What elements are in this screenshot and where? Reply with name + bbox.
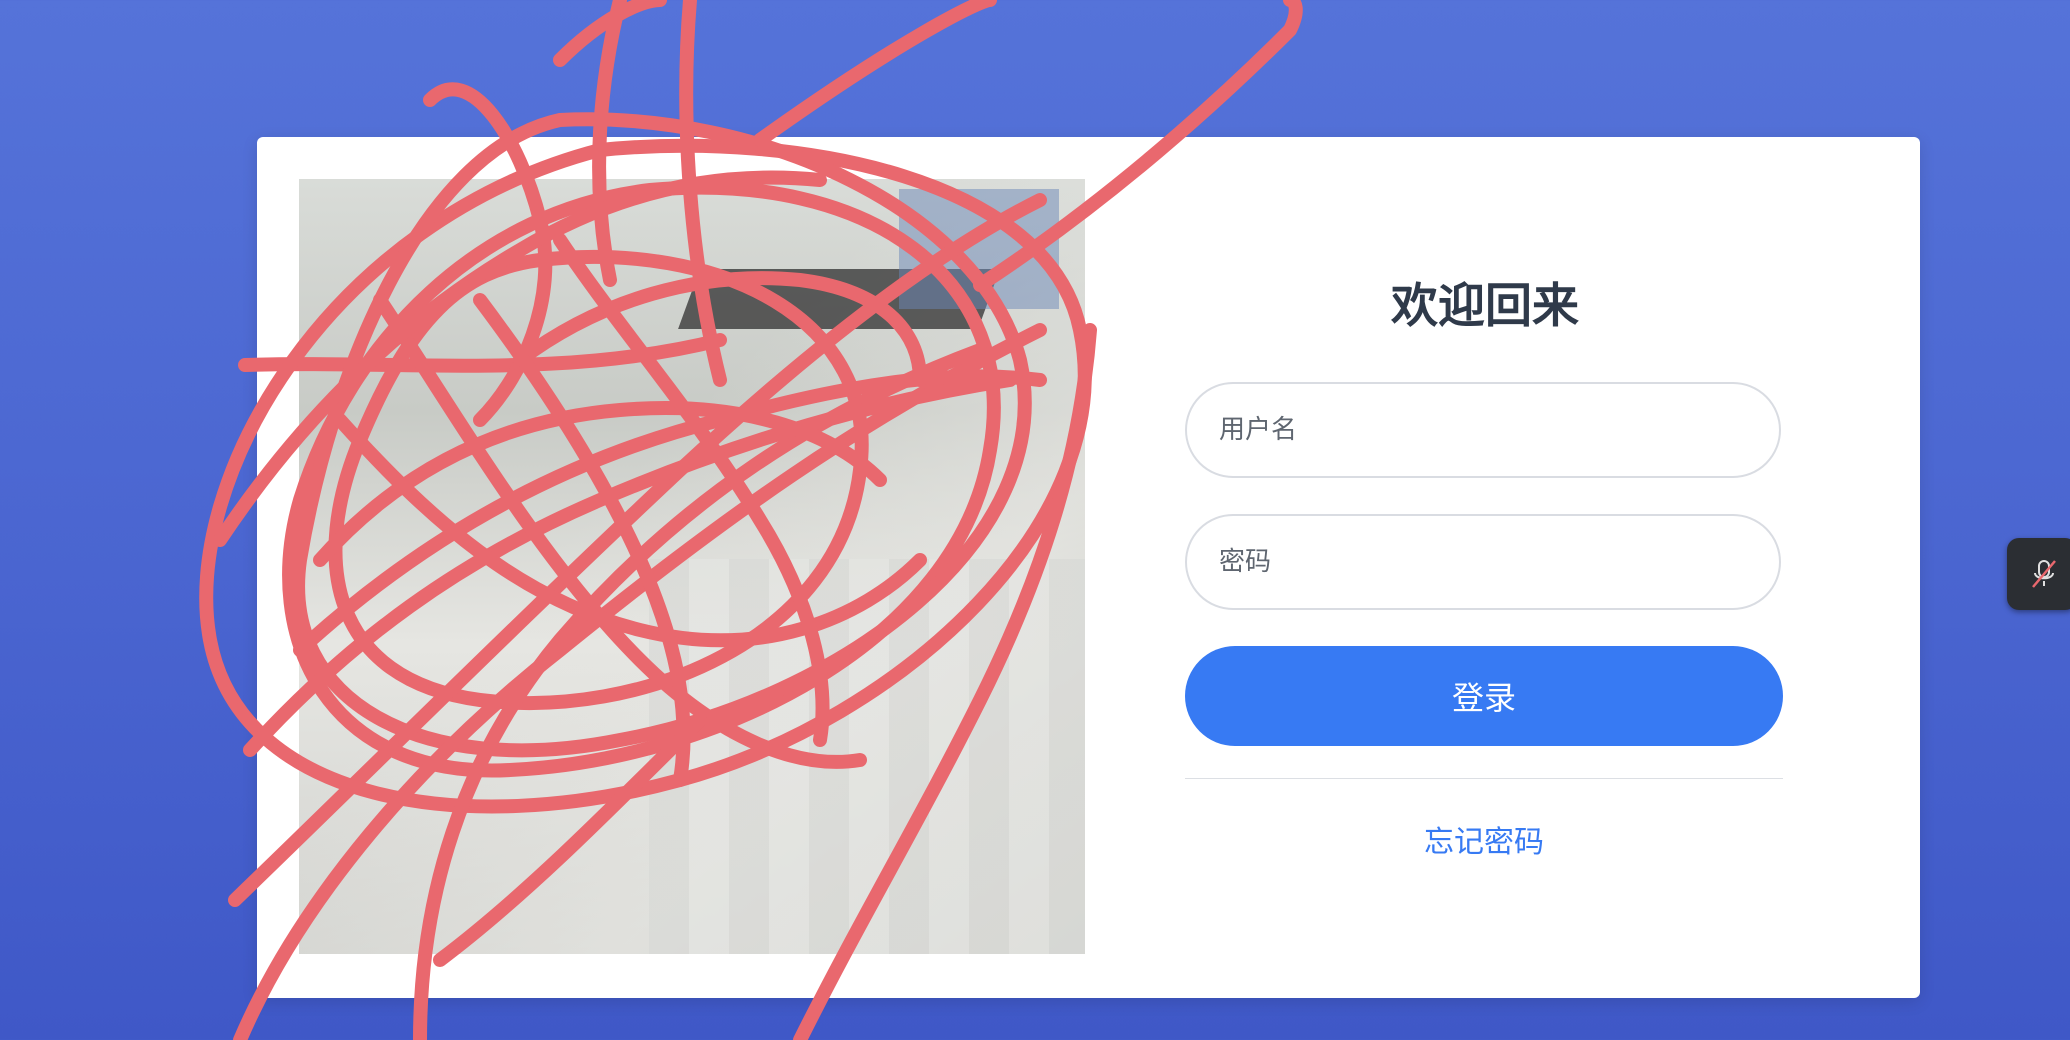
microphone-muted-icon: [2032, 560, 2056, 588]
illustration-photo: [299, 179, 1085, 954]
login-card: 欢迎回来 登录 忘记密码: [257, 137, 1920, 998]
username-input[interactable]: [1185, 382, 1781, 478]
divider: [1185, 778, 1783, 779]
login-form: 欢迎回来 登录 忘记密码: [1185, 137, 1920, 998]
page-title: 欢迎回来: [1391, 279, 1579, 334]
photo-shelf-blue: [899, 189, 1059, 309]
password-input[interactable]: [1185, 514, 1781, 610]
scribble-stroke: [753, 0, 997, 147]
forgot-password-link[interactable]: 忘记密码: [1185, 817, 1783, 861]
mic-widget[interactable]: [2007, 538, 2070, 610]
login-button[interactable]: 登录: [1185, 646, 1783, 746]
photo-floor: [649, 559, 1085, 954]
